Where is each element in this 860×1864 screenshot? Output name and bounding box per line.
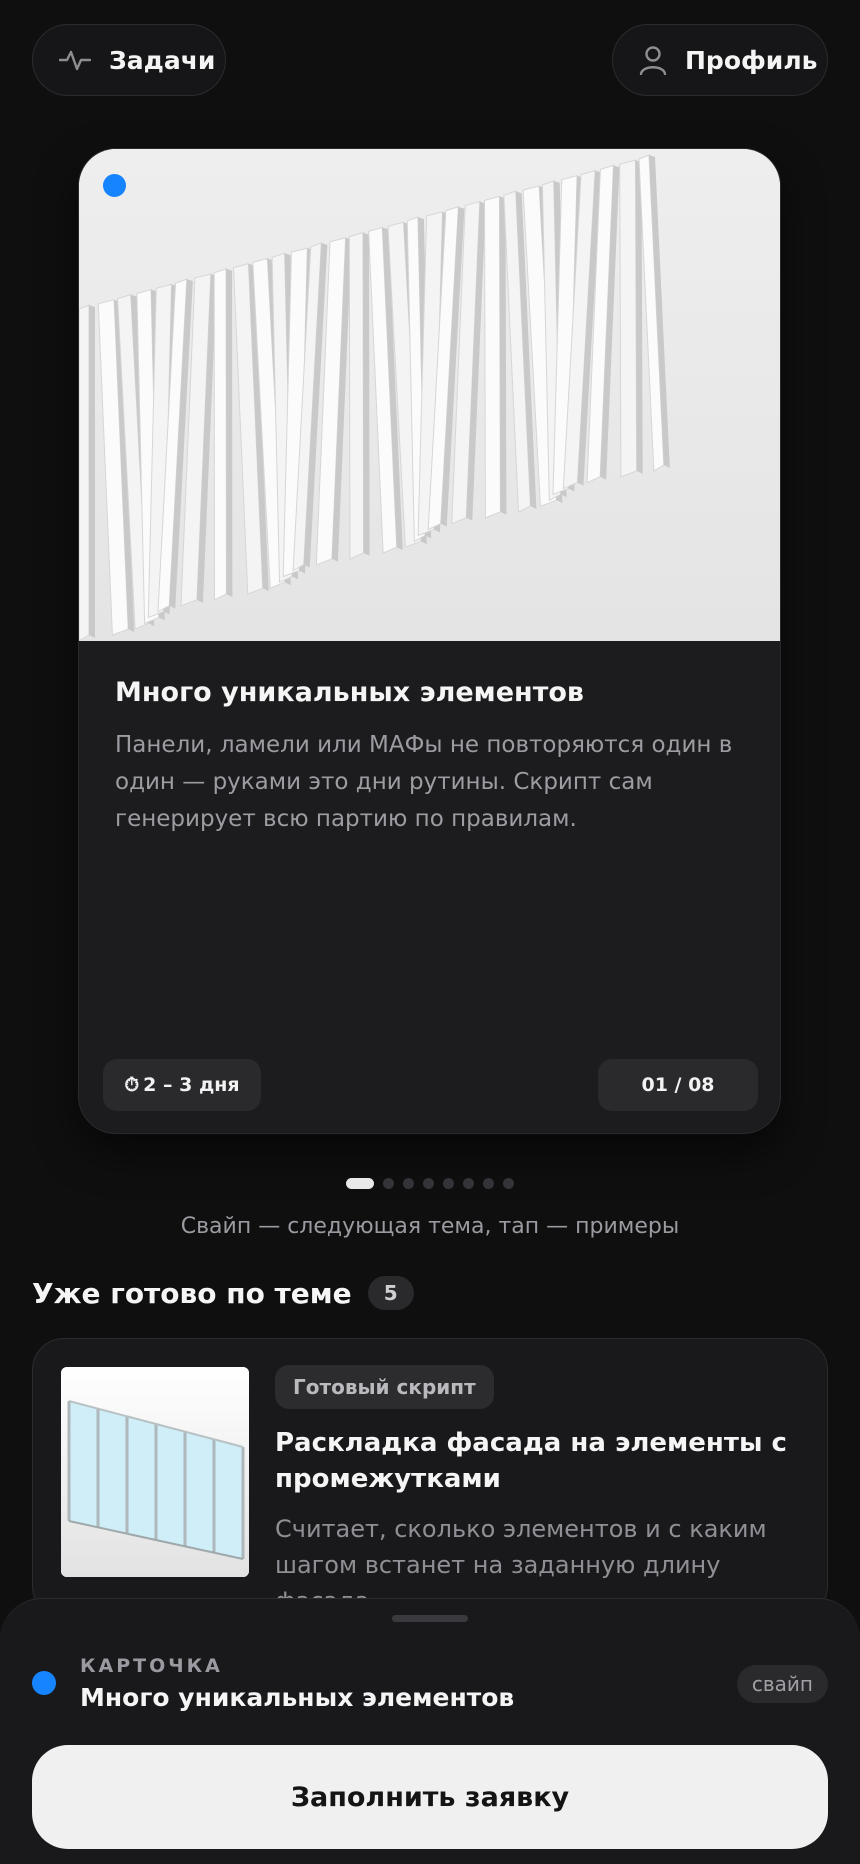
ready-script-tag: Готовый скрипт	[275, 1365, 494, 1409]
page-dot[interactable]	[483, 1178, 494, 1189]
facade-thumbnail	[61, 1367, 249, 1577]
pagination-dots[interactable]	[0, 1178, 860, 1189]
swipe-hint: Свайп — следующая тема, тап — примеры	[180, 1214, 680, 1239]
sheet-title: Много уникальных элементов	[80, 1683, 515, 1712]
page-dot[interactable]	[423, 1178, 434, 1189]
duration-value: 2 – 3 дня	[143, 1074, 240, 1096]
page-dot[interactable]	[383, 1178, 394, 1189]
activity-pulse-icon	[59, 43, 91, 77]
bottom-sheet[interactable]: КАРТОЧКА Много уникальных элементов свай…	[0, 1598, 860, 1864]
ready-script-card[interactable]: Готовый скрипт Раскладка фасада на элеме…	[32, 1338, 828, 1618]
page-dot[interactable]	[503, 1178, 514, 1189]
card-counter: 01 / 08	[598, 1059, 758, 1111]
page-dot[interactable]	[403, 1178, 414, 1189]
count-badge: 5	[367, 1276, 414, 1310]
profile-label: Профиль	[685, 45, 818, 75]
page-dot[interactable]	[346, 1178, 374, 1189]
profile-button[interactable]: Профиль	[612, 24, 828, 96]
card-description: Панели, ламели или МАФы не повторяются о…	[115, 732, 733, 832]
card-image	[79, 149, 780, 641]
swipe-badge: свайп	[736, 1665, 828, 1703]
page-dot[interactable]	[443, 1178, 454, 1189]
timer-icon: ⏱	[124, 1074, 140, 1096]
topic-card[interactable]: Много уникальных элементов Панели, ламел…	[78, 148, 781, 1134]
sheet-kicker: КАРТОЧКА	[80, 1655, 223, 1677]
sheet-drag-handle[interactable]	[392, 1615, 468, 1622]
tasks-button[interactable]: Задачи	[32, 24, 226, 96]
card-title: Много уникальных элементов	[115, 677, 584, 708]
section-title-text: Уже готово по теме	[32, 1276, 352, 1310]
ready-script-title: Раскладка фасада на элементы с промежутк…	[275, 1428, 787, 1494]
parametric-panels-illustration	[79, 149, 780, 641]
duration-chip: ⏱ 2 – 3 дня	[103, 1059, 261, 1111]
user-icon	[639, 43, 667, 77]
sheet-status-dot	[32, 1671, 56, 1695]
submit-request-button[interactable]: Заполнить заявку	[32, 1745, 828, 1849]
page-dot[interactable]	[463, 1178, 474, 1189]
section-title: Уже готово по теме 5	[32, 1276, 414, 1310]
tasks-label: Задачи	[109, 45, 216, 75]
status-dot	[103, 174, 126, 197]
